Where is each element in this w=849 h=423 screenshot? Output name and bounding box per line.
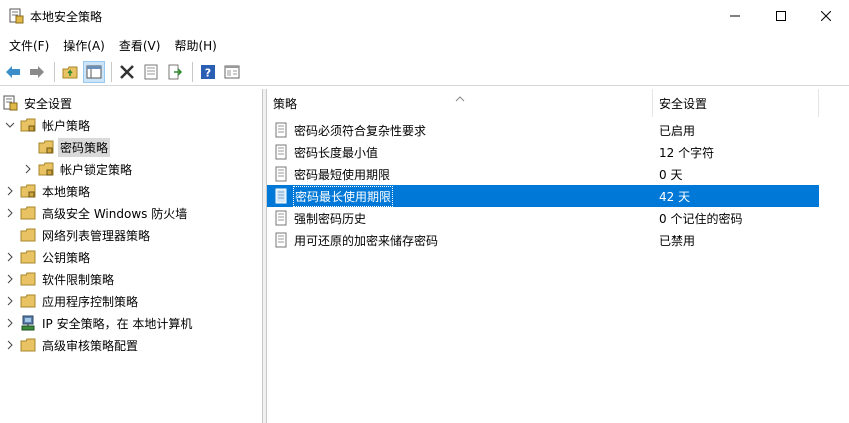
table-row[interactable]: 密码长度最小值 12 个字符 <box>267 141 819 163</box>
local-security-policy-icon <box>8 8 24 24</box>
menu-view[interactable]: 查看(V) <box>112 34 168 56</box>
console-view-icon[interactable] <box>221 61 243 83</box>
chevron-right-icon[interactable] <box>4 317 16 329</box>
policy-name: 密码必须符合复杂性要求 <box>294 123 427 138</box>
tree-item-application-control[interactable]: 应用程序控制策略 <box>4 290 140 312</box>
table-row[interactable]: 强制密码历史 0 个记住的密码 <box>267 207 819 229</box>
table-row-selected[interactable]: 密码最长使用期限 42 天 <box>267 185 819 207</box>
table-row[interactable]: 密码最短使用期限 0 天 <box>267 163 819 185</box>
folder-lock-icon <box>20 183 36 199</box>
tree-pane: 安全设置 帐户策略 密码策略 帐户锁定策略 本地策略 高级安全 Windows … <box>0 89 262 423</box>
menu-help[interactable]: 帮助(H) <box>167 34 223 56</box>
tree-item-public-key-policies[interactable]: 公钥策略 <box>4 246 92 268</box>
help-icon[interactable]: ? <box>197 61 219 83</box>
menu-action[interactable]: 操作(A) <box>56 34 112 56</box>
chevron-right-icon[interactable] <box>4 339 16 351</box>
maximize-button[interactable] <box>758 0 804 32</box>
column-header-policy[interactable]: 策略 <box>267 89 653 117</box>
tree-item-account-lockout-policy[interactable]: 帐户锁定策略 <box>22 158 134 180</box>
chevron-right-icon[interactable] <box>4 185 16 197</box>
back-arrow-icon[interactable] <box>2 61 24 83</box>
toolbar-separator <box>111 61 112 82</box>
network-security-icon <box>20 315 36 331</box>
menu-bar: 文件(F) 操作(A) 查看(V) 帮助(H) <box>0 34 849 56</box>
policy-document-icon <box>275 210 287 226</box>
folder-icon <box>20 249 36 265</box>
close-button[interactable] <box>803 0 849 32</box>
sort-ascending-icon <box>455 91 465 102</box>
tree-item-network-list-manager[interactable]: 网络列表管理器策略 <box>20 224 152 246</box>
policy-document-icon <box>275 166 287 182</box>
tree-item-advanced-audit[interactable]: 高级审核策略配置 <box>4 334 140 356</box>
minimize-button[interactable] <box>712 0 758 32</box>
window-title: 本地安全策略 <box>30 10 103 24</box>
delete-icon[interactable] <box>116 61 138 83</box>
folder-lock-icon <box>38 161 54 177</box>
chevron-right-icon[interactable] <box>4 295 16 307</box>
tree-item-windows-firewall[interactable]: 高级安全 Windows 防火墙 <box>4 202 189 224</box>
security-settings-icon <box>2 95 18 111</box>
table-row[interactable]: 用可还原的加密来储存密码 已禁用 <box>267 229 819 251</box>
table-row[interactable]: 密码必须符合复杂性要求 已启用 <box>267 119 819 141</box>
tree-item-local-policies[interactable]: 本地策略 <box>4 180 92 202</box>
up-folder-icon[interactable] <box>59 61 81 83</box>
policy-list-pane: 策略 安全设置 密码必须符合复杂性要求 已启用 密码长度最小值 12 个字符 密… <box>267 89 849 423</box>
chevron-right-icon[interactable] <box>4 251 16 263</box>
folder-lock-icon <box>38 139 54 155</box>
policy-setting: 已禁用 <box>659 233 696 248</box>
toolbar-separator <box>54 61 55 82</box>
tree-item-password-policy[interactable]: 密码策略 <box>38 136 111 158</box>
policy-document-icon <box>275 144 287 160</box>
policy-setting: 0 天 <box>659 167 683 182</box>
policy-name: 用可还原的加密来储存密码 <box>294 233 439 248</box>
policy-setting: 已启用 <box>659 123 696 138</box>
folder-icon <box>20 293 36 309</box>
show-hide-tree-icon[interactable] <box>83 60 105 83</box>
properties-icon[interactable] <box>140 61 162 83</box>
folder-icon <box>20 205 36 221</box>
policy-name: 密码最长使用期限 <box>293 185 394 207</box>
folder-icon <box>20 227 36 243</box>
policy-document-icon <box>275 122 287 138</box>
column-header-security-setting[interactable]: 安全设置 <box>653 89 819 117</box>
chevron-right-icon[interactable] <box>4 273 16 285</box>
folder-lock-icon <box>20 117 36 133</box>
title-bar: 本地安全策略 <box>0 0 849 32</box>
toolbar: ? <box>0 58 849 86</box>
policy-document-icon <box>275 188 287 204</box>
policy-setting: 0 个记住的密码 <box>659 211 743 226</box>
tree-item-security-settings[interactable]: 安全设置 <box>2 92 74 114</box>
toolbar-separator <box>192 61 193 82</box>
policy-setting: 42 天 <box>659 189 691 204</box>
folder-icon <box>20 271 36 287</box>
policy-name: 强制密码历史 <box>294 211 367 226</box>
chevron-right-icon[interactable] <box>4 207 16 219</box>
tree-item-software-restriction[interactable]: 软件限制策略 <box>4 268 116 290</box>
export-list-icon[interactable] <box>164 61 186 83</box>
policy-name: 密码长度最小值 <box>294 145 379 160</box>
policy-document-icon <box>275 232 287 248</box>
forward-arrow-icon[interactable] <box>26 61 48 83</box>
svg-text:?: ? <box>205 66 211 79</box>
chevron-down-icon[interactable] <box>4 119 16 131</box>
tree-item-account-policies[interactable]: 帐户策略 <box>4 114 92 136</box>
menu-file[interactable]: 文件(F) <box>2 34 56 56</box>
policy-setting: 12 个字符 <box>659 145 715 160</box>
policy-name: 密码最短使用期限 <box>294 167 391 182</box>
tree-item-ip-security[interactable]: IP 安全策略，在 本地计算机 <box>4 312 194 334</box>
chevron-right-icon[interactable] <box>22 163 34 175</box>
folder-icon <box>20 337 36 353</box>
